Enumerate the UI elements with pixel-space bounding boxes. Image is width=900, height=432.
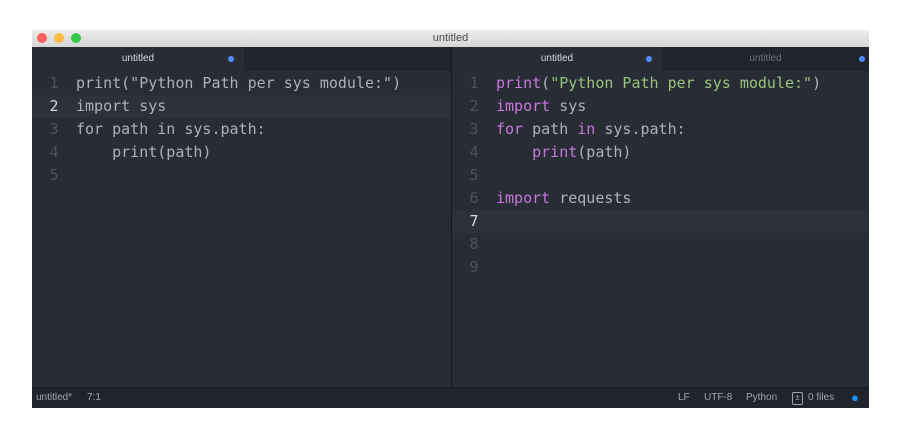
token-keyword: import: [496, 189, 551, 207]
line-number: 2: [469, 97, 479, 115]
code-line: 9: [452, 256, 869, 279]
close-button[interactable]: [37, 33, 47, 43]
modified-indicator-icon: [859, 56, 865, 62]
code-line: 4 print(path): [32, 141, 451, 164]
code-line: 2 import sys: [452, 95, 869, 118]
tab-untitled[interactable]: untitled: [452, 47, 662, 71]
code-line: 1 print("Python Path per sys module:"): [32, 72, 451, 95]
right-editor[interactable]: 1 print("Python Path per sys module:") 2i…: [452, 71, 869, 279]
token-keyword: import: [496, 97, 551, 115]
line-number: 5: [49, 166, 59, 184]
line-number: 1: [49, 74, 59, 92]
line-number: 7: [469, 212, 479, 230]
left-editor[interactable]: 1 print("Python Path per sys module:") 2 im…: [32, 71, 451, 187]
line-number: 8: [469, 235, 479, 253]
token-keyword: in: [577, 120, 596, 138]
window-title: untitled: [432, 32, 469, 44]
code-line: 5: [32, 164, 451, 187]
line-number: 6: [469, 189, 479, 207]
token-punct: (: [541, 74, 551, 92]
token-function: print: [496, 74, 542, 92]
code-line: 4 print(path): [452, 141, 869, 164]
code-line: 1 print("Python Path per sys module:"): [452, 72, 869, 95]
minimize-button[interactable]: [54, 33, 64, 43]
left-pane: untitled 1 print("Python Path per sys mod…: [32, 47, 452, 388]
git-files-icon: ±: [792, 392, 803, 405]
token-punct: ): [812, 74, 822, 92]
status-encoding[interactable]: UTF-8: [704, 388, 732, 408]
tab-label: untitled: [540, 53, 574, 64]
editor-window: untitled untitled 1 print("Python Path pe…: [32, 30, 869, 408]
tab-label: untitled: [749, 53, 782, 64]
title-bar: untitled: [32, 30, 869, 47]
code-text: print(path): [76, 143, 212, 161]
code-line-current: 7: [452, 210, 869, 233]
code-line: 8: [452, 233, 869, 256]
left-tab-bar: untitled: [32, 47, 451, 71]
status-grammar[interactable]: Python: [746, 388, 777, 408]
token-text: sys: [550, 97, 587, 115]
tab-untitled[interactable]: untitled: [32, 47, 244, 71]
window-controls: [37, 33, 81, 43]
token-keyword: for: [496, 120, 524, 138]
code-line: 5: [452, 164, 869, 187]
zoom-button[interactable]: [71, 33, 81, 43]
token-function: print: [532, 143, 578, 161]
modified-indicator-icon: [228, 56, 234, 62]
right-tab-bar: untitled untitled: [452, 47, 869, 71]
status-bar: untitled* 7:1 LF UTF-8 Python ± 0 files …: [32, 387, 869, 408]
tab-untitled-2[interactable]: untitled: [662, 47, 869, 71]
tab-label: untitled: [121, 53, 155, 64]
line-number: 2: [49, 97, 59, 115]
line-number: 4: [469, 143, 479, 161]
line-number: 5: [469, 166, 479, 184]
line-number: 1: [469, 74, 479, 92]
code-text: for path in sys.path:: [76, 120, 266, 138]
status-cursor-position[interactable]: 7:1: [87, 388, 101, 408]
modified-indicator-icon: [646, 56, 652, 62]
code-line: 3 for path in sys.path:: [452, 118, 869, 141]
code-line-current: 2 import sys: [32, 95, 451, 118]
token-text: path: [523, 120, 578, 138]
code-text: import sys: [76, 97, 167, 115]
line-number: 4: [49, 143, 59, 161]
status-file-name[interactable]: untitled*: [36, 388, 72, 408]
status-line-ending[interactable]: LF: [678, 388, 690, 408]
token-text: (path): [577, 143, 632, 161]
line-number: 3: [469, 120, 479, 138]
line-number: 3: [49, 120, 59, 138]
token-string: "Python Path per sys module:": [550, 74, 813, 92]
token-text: requests: [550, 189, 632, 207]
status-files-count[interactable]: 0 files: [808, 388, 834, 408]
code-line: 3 for path in sys.path:: [32, 118, 451, 141]
code-line: 6 import requests: [452, 187, 869, 210]
code-text: print("Python Path per sys module:"): [76, 74, 402, 92]
line-number: 9: [469, 258, 479, 276]
token-text: sys.path:: [595, 120, 686, 138]
right-pane: untitled untitled 1 print("Python Path pe…: [452, 47, 869, 388]
squirrel-update-icon[interactable]: ●: [851, 388, 859, 408]
